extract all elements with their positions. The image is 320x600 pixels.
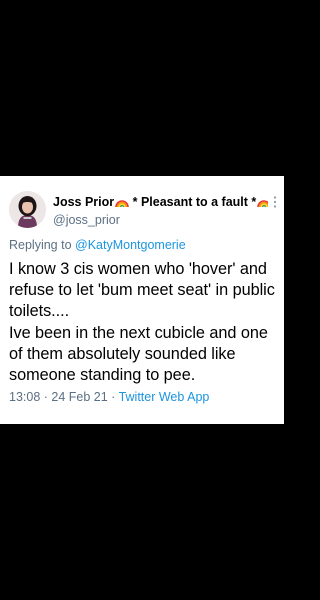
tweet-card[interactable]: Joss Prior * Pleasant to a fault * @joss… bbox=[0, 176, 284, 424]
tweet-text: I know 3 cis women who 'hover' and refus… bbox=[9, 260, 275, 385]
more-vertical-icon[interactable] bbox=[272, 195, 278, 209]
avatar[interactable] bbox=[9, 191, 46, 228]
screen: Joss Prior * Pleasant to a fault * @joss… bbox=[0, 0, 284, 600]
rainbow-emoji-icon bbox=[115, 200, 129, 207]
user-handle[interactable]: @joss_prior bbox=[53, 212, 120, 228]
display-name-suffix: * Pleasant to a fault * bbox=[129, 195, 257, 209]
tweet-meta: 13:08 · 24 Feb 21 · Twitter Web App bbox=[9, 389, 209, 405]
tweet-time[interactable]: 13:08 bbox=[9, 390, 40, 404]
replying-to: Replying to @KatyMontgomerie bbox=[9, 236, 186, 254]
tweet-date[interactable]: 24 Feb 21 bbox=[51, 390, 107, 404]
display-name-text: Joss Prior bbox=[53, 195, 115, 209]
tweet-source-link[interactable]: Twitter Web App bbox=[119, 390, 210, 404]
meta-separator: · bbox=[107, 390, 119, 404]
replying-to-label: Replying to bbox=[9, 238, 76, 252]
meta-separator: · bbox=[40, 390, 52, 404]
reply-mention-link[interactable]: @KatyMontgomerie bbox=[75, 238, 186, 252]
display-name[interactable]: Joss Prior * Pleasant to a fault * bbox=[53, 194, 268, 210]
rainbow-emoji-icon bbox=[257, 200, 268, 207]
